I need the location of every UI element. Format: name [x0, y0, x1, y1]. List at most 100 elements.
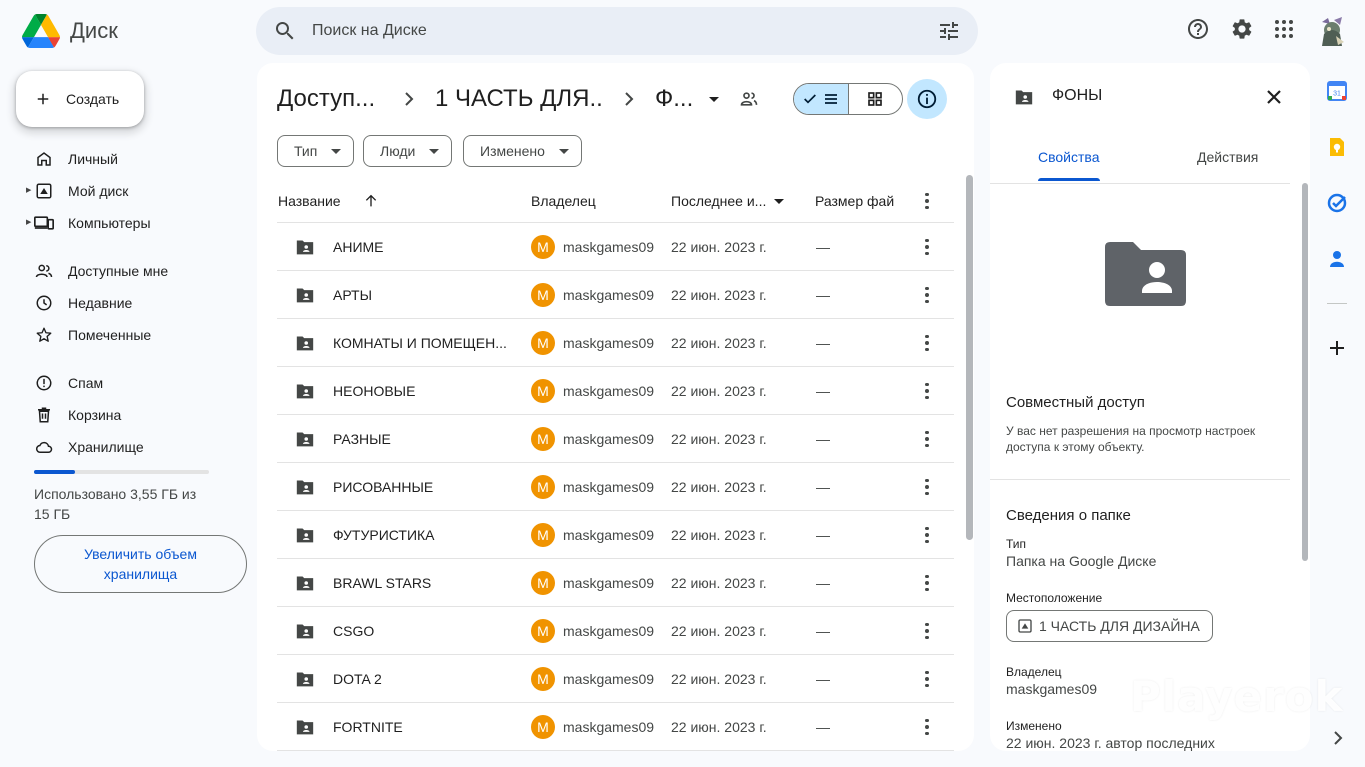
add-addon-plus-icon[interactable]: [1327, 338, 1347, 358]
view-toggle[interactable]: [793, 83, 903, 115]
breadcrumb-current[interactable]: Ф...: [655, 85, 695, 113]
details-scrollbar[interactable]: [1302, 183, 1308, 561]
close-icon[interactable]: [1262, 85, 1286, 109]
sidebar-item-my-drive[interactable]: Мой диск: [34, 177, 128, 205]
main-scrollbar[interactable]: [966, 175, 973, 540]
more-vert-icon: [925, 574, 929, 592]
sidebar-item-starred[interactable]: Помеченные: [34, 321, 151, 349]
table-row[interactable]: FORTNITE Mmaskgames09 22 июн. 2023 г. —: [277, 703, 954, 751]
sidebar-item-storage[interactable]: Хранилище: [34, 433, 144, 461]
sidebar-item-label: Помеченные: [68, 327, 152, 343]
column-name-header[interactable]: Название: [278, 179, 379, 223]
column-owner-header[interactable]: Владелец: [531, 179, 596, 223]
contacts-icon[interactable]: [1327, 249, 1347, 269]
owner-avatar[interactable]: M: [531, 475, 555, 499]
tasks-icon[interactable]: [1327, 193, 1347, 213]
filter-type-chip[interactable]: Тип: [277, 135, 355, 167]
owner-avatar[interactable]: M: [531, 715, 555, 739]
drive-logo-icon: [22, 14, 60, 48]
owner-avatar[interactable]: M: [531, 331, 555, 355]
column-options-button[interactable]: [915, 179, 939, 223]
sidebar-item-label: Недавние: [68, 295, 133, 311]
details-info-button[interactable]: [907, 79, 947, 119]
owner-avatar[interactable]: M: [531, 571, 555, 595]
modified-date: 22 июн. 2023 г.: [671, 239, 767, 255]
type-label: Тип: [1006, 537, 1027, 551]
breadcrumb-item[interactable]: 1 ЧАСТЬ ДЛЯ...: [435, 85, 601, 113]
owner-avatar[interactable]: M: [531, 667, 555, 691]
list-view-button[interactable]: [794, 84, 849, 114]
sort-ascending-arrow-icon[interactable]: [363, 193, 379, 209]
filter-people-chip[interactable]: Люди: [363, 135, 453, 167]
table-row[interactable]: АРТЫ Mmaskgames09 22 июн. 2023 г. —: [277, 271, 954, 319]
table-row[interactable]: ФУТУРИСТИКА Mmaskgames09 22 июн. 2023 г. —: [277, 511, 954, 559]
table-row[interactable]: КОМНАТЫ И ПОМЕЩЕН... Mmaskgames09 22 июн. …: [277, 319, 954, 367]
column-modified-header[interactable]: Последнее и...: [671, 179, 785, 223]
keep-icon[interactable]: [1327, 137, 1347, 157]
sidebar-item-recent[interactable]: Недавние: [34, 289, 132, 317]
table-row[interactable]: АНИМЕ Mmaskgames09 22 июн. 2023 г. —: [277, 223, 954, 271]
table-row[interactable]: РИСОВАННЫЕ Mmaskgames09 22 июн. 2023 г. —: [277, 463, 954, 511]
grid-view-button[interactable]: [849, 84, 903, 114]
column-size-header[interactable]: Размер фай: [815, 179, 899, 223]
owner-avatar[interactable]: M: [531, 235, 555, 259]
breadcrumb-item[interactable]: Доступ...: [277, 85, 381, 113]
row-more-actions-button[interactable]: [915, 271, 939, 319]
help-icon[interactable]: [1186, 17, 1210, 41]
sidebar-item-home[interactable]: Личный: [34, 145, 118, 173]
search-bar[interactable]: [256, 7, 978, 55]
more-vert-icon: [925, 192, 929, 210]
expand-caret-icon[interactable]: ▶: [26, 218, 31, 226]
apps-grid-icon[interactable]: [1272, 17, 1296, 41]
owner-avatar[interactable]: M: [531, 283, 555, 307]
row-more-actions-button[interactable]: [915, 223, 939, 271]
tab-properties[interactable]: Свойства: [1038, 149, 1099, 165]
owner-avatar[interactable]: M: [531, 619, 555, 643]
sidebar-item-spam[interactable]: Спам: [34, 369, 103, 397]
sidebar-item-computers[interactable]: Компьютеры: [34, 209, 151, 237]
row-more-actions-button[interactable]: [915, 703, 939, 751]
location-chip[interactable]: 1 ЧАСТЬ ДЛЯ ДИЗАЙНА: [1006, 610, 1213, 642]
expand-panel-chevron-icon[interactable]: [1330, 730, 1346, 746]
row-more-actions-button[interactable]: [915, 367, 939, 415]
owner-cell: Mmaskgames09: [531, 463, 654, 511]
my-drive-icon: [36, 183, 52, 199]
calendar-icon[interactable]: 31: [1327, 81, 1347, 101]
clock-icon: [36, 295, 52, 311]
table-row[interactable]: РАЗНЫЕ Mmaskgames09 22 июн. 2023 г. —: [277, 415, 954, 463]
settings-icon[interactable]: [1230, 17, 1254, 41]
upgrade-storage-button[interactable]: Увеличить объем хранилища: [34, 535, 247, 593]
table-row[interactable]: CSGO Mmaskgames09 22 июн. 2023 г. —: [277, 607, 954, 655]
table-row[interactable]: DOTA 2 Mmaskgames09 22 июн. 2023 г. —: [277, 655, 954, 703]
create-button[interactable]: Создать: [16, 71, 144, 127]
shared-folder-icon: [296, 240, 314, 255]
shared-folder-people-icon[interactable]: [739, 89, 759, 109]
table-row[interactable]: НЕОНОВЫЕ Mmaskgames09 22 июн. 2023 г. —: [277, 367, 954, 415]
file-name: НЕОНОВЫЕ: [333, 383, 416, 399]
breadcrumb: Доступ... 1 ЧАСТЬ ДЛЯ... Ф...: [277, 83, 759, 115]
owner-avatar[interactable]: M: [531, 427, 555, 451]
owner-avatar[interactable]: M: [531, 379, 555, 403]
sidebar-item-trash[interactable]: Корзина: [34, 401, 121, 429]
row-more-actions-button[interactable]: [915, 511, 939, 559]
row-more-actions-button[interactable]: [915, 607, 939, 655]
folder-menu-caret-icon[interactable]: [709, 96, 719, 102]
tab-activity[interactable]: Действия: [1197, 149, 1258, 165]
account-avatar[interactable]: [1318, 16, 1346, 46]
dropdown-arrow-icon[interactable]: [774, 198, 785, 204]
row-more-actions-button[interactable]: [915, 463, 939, 511]
table-row[interactable]: BRAWL STARS Mmaskgames09 22 июн. 2023 г. —: [277, 559, 954, 607]
search-icon[interactable]: [273, 19, 297, 43]
row-more-actions-button[interactable]: [915, 319, 939, 367]
tune-icon[interactable]: [937, 19, 961, 43]
drive-logo[interactable]: Диск: [22, 14, 118, 48]
file-size: —: [816, 383, 830, 399]
owner-avatar[interactable]: M: [531, 523, 555, 547]
row-more-actions-button[interactable]: [915, 655, 939, 703]
row-more-actions-button[interactable]: [915, 559, 939, 607]
sidebar-item-shared[interactable]: Доступные мне: [34, 257, 168, 285]
filter-modified-chip[interactable]: Изменено: [463, 135, 582, 167]
row-more-actions-button[interactable]: [915, 415, 939, 463]
expand-caret-icon[interactable]: ▶: [26, 186, 31, 194]
search-input[interactable]: [312, 7, 912, 55]
